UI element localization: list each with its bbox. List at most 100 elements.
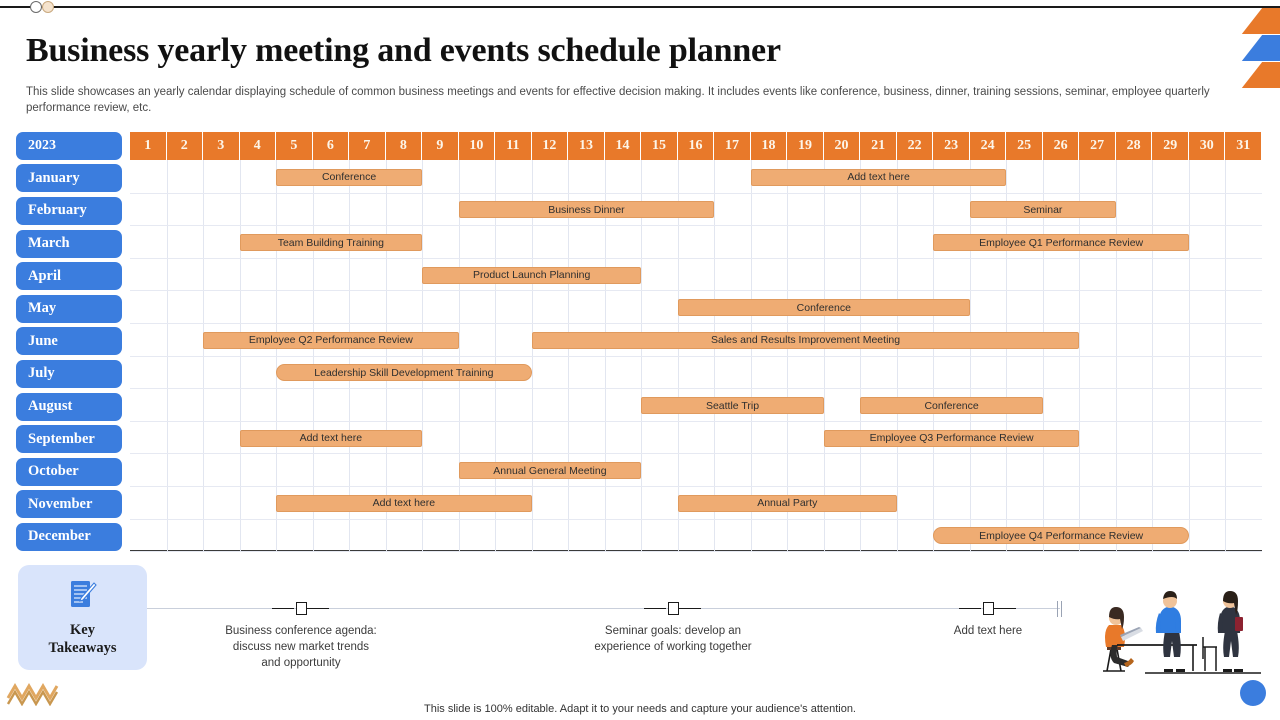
footer-note: This slide is 100% editable. Adapt it to… — [424, 703, 856, 715]
day-header-cell-14[interactable]: 14 — [604, 132, 642, 160]
day-header-cell-11[interactable]: 11 — [495, 132, 532, 160]
key-takeaways-title: Key Takeaways — [49, 621, 117, 657]
month-label-january[interactable]: January — [16, 164, 122, 193]
milestone-dash-right — [307, 608, 329, 610]
grid-column-line — [1152, 132, 1154, 552]
day-header-cell-13[interactable]: 13 — [568, 132, 605, 160]
gantt-bar[interactable]: Conference — [677, 299, 970, 317]
day-header-cell-20[interactable]: 20 — [823, 132, 861, 160]
day-header-cell-12[interactable]: 12 — [531, 132, 569, 160]
month-label-may[interactable]: May — [16, 294, 122, 323]
timeline-milestone-text: Seminar goals: develop an experience of w… — [563, 623, 783, 655]
grid-row-line — [130, 257, 1262, 259]
grid-column-line — [1115, 132, 1117, 552]
day-header-cell-31[interactable]: 31 — [1225, 132, 1262, 160]
milestone-text-line: and opportunity — [261, 657, 341, 669]
year-label-2023[interactable]: 2023 — [16, 132, 122, 160]
document-pencil-icon — [70, 580, 97, 607]
day-header-cell-16[interactable]: 16 — [677, 132, 715, 160]
month-label-december[interactable]: December — [16, 522, 122, 551]
day-header-cell-30[interactable]: 30 — [1188, 132, 1226, 160]
chevron-orange-bottom-icon — [1241, 62, 1280, 88]
gantt-bar[interactable]: Conference — [276, 168, 423, 186]
page-title: Business yearly meeting and events sched… — [26, 32, 781, 69]
gantt-bar[interactable]: Annual General Meeting — [458, 462, 642, 480]
gantt-bar[interactable]: Leadership Skill Development Training — [276, 364, 532, 382]
grid-row-line — [130, 388, 1262, 390]
milestone-text-line: experience of working together — [594, 641, 752, 653]
grid-row-line — [130, 518, 1262, 520]
month-label-april[interactable]: April — [16, 262, 122, 291]
day-header-cell-2[interactable]: 2 — [166, 132, 204, 160]
grid-row-line — [130, 355, 1262, 357]
grid-row-line — [130, 290, 1262, 292]
day-header-cell-29[interactable]: 29 — [1152, 132, 1189, 160]
day-header-cell-1[interactable]: 1 — [130, 132, 167, 160]
day-header-cell-4[interactable]: 4 — [239, 132, 277, 160]
milestone-text-line: Add text here — [953, 625, 1023, 637]
day-header-cell-24[interactable]: 24 — [969, 132, 1007, 160]
gantt-chart: 2023 January February March April May June July… — [16, 132, 1264, 553]
day-header-cell-26[interactable]: 26 — [1042, 132, 1080, 160]
day-header-cell-28[interactable]: 28 — [1115, 132, 1153, 160]
month-label-july[interactable]: July — [16, 359, 122, 388]
month-label-june[interactable]: June — [16, 327, 122, 356]
day-header-cell-22[interactable]: 22 — [896, 132, 934, 160]
gantt-bar[interactable]: Seattle Trip — [641, 397, 824, 414]
key-takeaways-title-line1: Key — [70, 621, 95, 638]
month-label-october[interactable]: October — [16, 457, 122, 486]
milestone-text-line: discuss new market trends — [232, 641, 370, 653]
gantt-bar[interactable]: Seminar — [969, 201, 1116, 219]
grid-row-line — [130, 486, 1262, 487]
day-header-cell-8[interactable]: 8 — [385, 132, 423, 160]
gantt-bar[interactable]: Team Building Training — [239, 234, 423, 251]
key-takeaways-title-line2: Takeaways — [48, 639, 117, 656]
gantt-bar[interactable]: Employee Q2 Performance Review — [203, 331, 459, 349]
day-header-cell-23[interactable]: 23 — [933, 132, 970, 160]
milestone-dash-left — [644, 608, 666, 610]
grid-row-line — [130, 551, 1262, 553]
gantt-bar[interactable]: Business Dinner — [458, 201, 715, 219]
day-header-cell-19[interactable]: 19 — [787, 132, 824, 160]
day-header-cell-6[interactable]: 6 — [312, 132, 350, 160]
gantt-bar[interactable]: Sales and Results Improvement Meeting — [531, 331, 1080, 349]
gantt-bar[interactable]: Employee Q1 Performance Review — [933, 234, 1189, 251]
day-header-cell-27[interactable]: 27 — [1079, 132, 1116, 160]
day-header-cell-17[interactable]: 17 — [714, 132, 751, 160]
milestone-dash-left — [272, 608, 294, 610]
day-header-cell-9[interactable]: 9 — [422, 132, 459, 160]
day-header-cell-7[interactable]: 7 — [349, 132, 386, 160]
gantt-bar[interactable]: Product Launch Planning — [422, 266, 642, 284]
page-subtitle: This slide showcases an yearly calendar … — [26, 86, 1210, 114]
top-handle-knob-right — [42, 1, 54, 13]
day-header-cell-25[interactable]: 25 — [1006, 132, 1043, 160]
month-label-september[interactable]: September — [16, 425, 122, 454]
timeline-end-tick-2 — [1061, 601, 1062, 617]
gantt-bar[interactable]: Employee Q3 Performance Review — [823, 429, 1080, 447]
day-header-cell-10[interactable]: 10 — [458, 132, 496, 160]
gantt-bar[interactable]: Add text here — [239, 429, 423, 447]
month-label-november[interactable]: November — [16, 490, 122, 519]
day-header-cell-21[interactable]: 21 — [860, 132, 897, 160]
gantt-bar[interactable]: Add text here — [750, 168, 1007, 186]
top-divider-rule — [0, 6, 1280, 8]
gantt-bar[interactable]: Conference — [860, 397, 1043, 414]
day-header-cell-18[interactable]: 18 — [750, 132, 788, 160]
month-label-march[interactable]: March — [16, 229, 122, 258]
key-takeaways-card: Key Takeaways — [18, 565, 147, 670]
gantt-bar[interactable]: Employee Q4 Performance Review — [933, 527, 1189, 545]
day-header-cell-15[interactable]: 15 — [641, 132, 678, 160]
month-label-august[interactable]: August — [16, 392, 122, 421]
grid-column-line — [458, 132, 460, 552]
grid-column-line — [1188, 132, 1190, 552]
people-illustration — [1103, 591, 1261, 674]
grid-row-line — [130, 323, 1262, 324]
gantt-bar[interactable]: Annual Party — [677, 494, 897, 512]
day-header-cell-3[interactable]: 3 — [203, 132, 240, 160]
day-header-cell-5[interactable]: 5 — [276, 132, 313, 160]
timeline-milestone-text: Business conference agenda: discuss new m… — [191, 623, 411, 671]
month-label-february[interactable]: February — [16, 196, 122, 225]
timeline-milestone-text: Add text here — [878, 623, 1098, 639]
gantt-bar[interactable]: Add text here — [276, 494, 532, 512]
slide-canvas: Business yearly meeting and events sched… — [0, 0, 1280, 720]
